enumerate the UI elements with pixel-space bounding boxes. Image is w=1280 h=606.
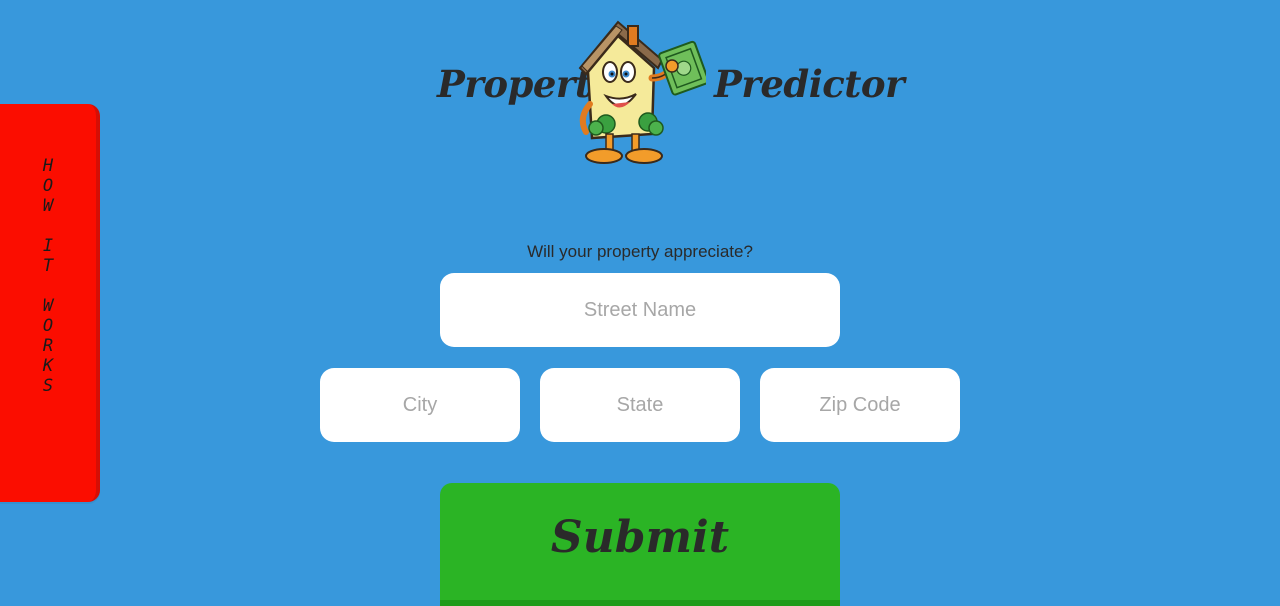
- zip-code-input[interactable]: [760, 368, 960, 442]
- submit-button[interactable]: Submit: [440, 483, 840, 606]
- house-mascot-icon: [578, 20, 706, 164]
- state-input[interactable]: [540, 368, 740, 442]
- street-name-input[interactable]: [440, 273, 840, 347]
- how-it-works-label: HOW IT WORKS: [38, 156, 58, 396]
- brand-word-predictor: Predictor: [714, 62, 905, 106]
- brand-header: Property Predictor: [0, 0, 1280, 180]
- form-tagline: Will your property appreciate?: [527, 242, 753, 261]
- city-input[interactable]: [320, 368, 520, 442]
